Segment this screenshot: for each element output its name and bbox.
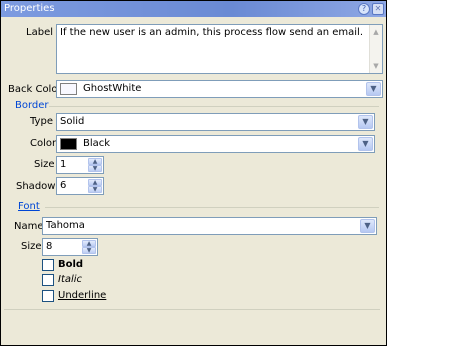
border-type-value: Solid bbox=[60, 116, 85, 127]
underline-checkbox-label: Underline bbox=[58, 290, 107, 301]
back-color-value: GhostWhite bbox=[83, 83, 142, 94]
scroll-up-icon[interactable]: ▲ bbox=[370, 26, 382, 38]
arrow-down-icon[interactable]: ▼ bbox=[88, 165, 102, 172]
label-field-label: Label bbox=[26, 27, 53, 38]
border-group-divider bbox=[49, 106, 379, 107]
font-group-divider bbox=[45, 207, 379, 208]
title-bar: Properties ? ✕ bbox=[1, 1, 386, 17]
back-color-select[interactable]: GhostWhite ▼ bbox=[56, 80, 383, 98]
font-size-spinner[interactable]: 8 ▲ ▼ bbox=[42, 238, 98, 256]
italic-checkbox[interactable] bbox=[42, 274, 54, 286]
border-group-heading: Border bbox=[15, 100, 49, 111]
back-color-swatch bbox=[60, 83, 77, 95]
border-shadow-value: 6 bbox=[60, 180, 67, 191]
border-size-spinner[interactable]: 1 ▲ ▼ bbox=[56, 156, 104, 174]
arrow-down-icon[interactable]: ▼ bbox=[82, 247, 96, 254]
chevron-down-icon[interactable]: ▼ bbox=[366, 82, 381, 96]
arrow-up-icon[interactable]: ▲ bbox=[82, 240, 96, 247]
label-scrollbar[interactable]: ▲ ▼ bbox=[369, 25, 382, 73]
font-size-value: 8 bbox=[46, 241, 53, 252]
border-color-label: Color bbox=[30, 138, 57, 149]
chevron-down-icon[interactable]: ▼ bbox=[360, 219, 375, 233]
label-textarea[interactable]: If the new user is an admin, this proces… bbox=[56, 24, 383, 74]
border-color-swatch bbox=[60, 138, 77, 150]
bold-checkbox-label: Bold bbox=[58, 259, 84, 270]
font-name-value: Tahoma bbox=[46, 220, 85, 231]
arrow-down-icon[interactable]: ▼ bbox=[88, 186, 102, 193]
scroll-down-icon[interactable]: ▼ bbox=[370, 60, 382, 72]
arrow-up-icon[interactable]: ▲ bbox=[88, 158, 102, 165]
bold-checkbox[interactable] bbox=[42, 259, 54, 271]
close-icon[interactable]: ✕ bbox=[372, 3, 384, 15]
back-color-label: Back Color bbox=[8, 84, 62, 95]
border-color-select[interactable]: Black ▼ bbox=[56, 135, 375, 153]
italic-checkbox-label: Italic bbox=[58, 274, 83, 285]
label-textarea-value: If the new user is an admin, this proces… bbox=[60, 27, 364, 38]
font-group-bottom-border bbox=[4, 309, 380, 310]
font-size-label: Size bbox=[21, 241, 42, 252]
chevron-down-icon[interactable]: ▼ bbox=[358, 115, 373, 129]
arrow-up-icon[interactable]: ▲ bbox=[88, 179, 102, 186]
border-color-value: Black bbox=[83, 138, 111, 149]
properties-panel: Properties ? ✕ Label If the new user is … bbox=[0, 0, 387, 346]
help-icon[interactable]: ? bbox=[358, 3, 370, 15]
border-size-value: 1 bbox=[60, 159, 67, 170]
font-name-select[interactable]: Tahoma ▼ bbox=[42, 217, 377, 235]
chevron-down-icon[interactable]: ▼ bbox=[358, 137, 373, 151]
font-name-label: Name bbox=[14, 221, 44, 232]
border-shadow-spinner[interactable]: 6 ▲ ▼ bbox=[56, 177, 104, 195]
underline-checkbox[interactable] bbox=[42, 290, 54, 302]
window-title: Properties bbox=[4, 3, 55, 14]
font-group-heading: Font bbox=[18, 201, 40, 212]
border-type-label: Type bbox=[30, 116, 53, 127]
border-size-label: Size bbox=[34, 159, 55, 170]
border-shadow-label: Shadow bbox=[16, 181, 56, 192]
border-type-select[interactable]: Solid ▼ bbox=[56, 113, 375, 131]
